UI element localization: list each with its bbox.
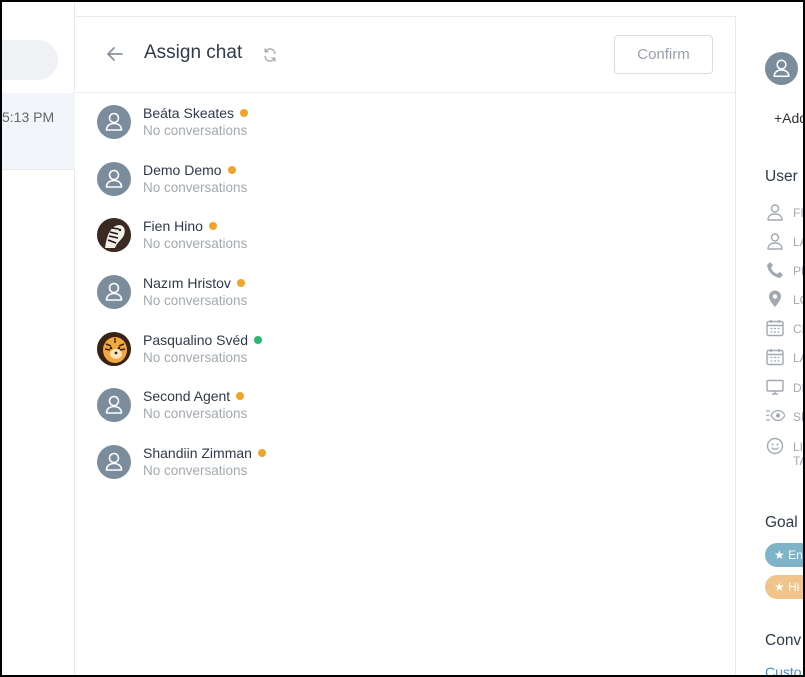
back-arrow-icon[interactable] bbox=[104, 43, 126, 65]
agent-row[interactable]: Demo Demo No conversations bbox=[97, 162, 497, 202]
agent-status: No conversations bbox=[143, 236, 248, 251]
field-label: PH bbox=[793, 264, 803, 278]
field-label: SE bbox=[793, 410, 803, 424]
conversation-time: 5:13 PM bbox=[2, 109, 55, 125]
presence-dot bbox=[240, 109, 249, 117]
field-label: LA bbox=[793, 235, 803, 249]
agent-status: No conversations bbox=[143, 293, 248, 308]
user-field-row: PH bbox=[765, 260, 803, 282]
field-label: LO bbox=[793, 293, 803, 307]
agent-row[interactable]: Shandiin Zimman No conversations bbox=[97, 445, 497, 485]
user-avatar-icon bbox=[97, 388, 131, 422]
user-avatar-icon bbox=[97, 275, 131, 309]
custom-link[interactable]: Custo bbox=[765, 664, 802, 675]
agent-name: Shandiin Zimman bbox=[143, 445, 266, 461]
field-label: LA bbox=[793, 351, 803, 365]
page-title: Assign chat bbox=[144, 42, 243, 63]
presence-dot bbox=[227, 166, 236, 174]
agent-name: Fien Hino bbox=[143, 218, 217, 234]
user-details-panel: +Add User FI LA PH LO CR LA DE SE LITA Goal ★ En… bbox=[737, 2, 804, 675]
agent-row[interactable]: Fien Hino No conversations bbox=[97, 218, 497, 258]
agent-row[interactable]: Beáta Skeates No conversations bbox=[97, 105, 497, 145]
user-field-row: CR bbox=[765, 318, 803, 340]
presence-dot bbox=[208, 222, 217, 230]
panel-header: Assign chat Confirm bbox=[76, 17, 736, 93]
agent-row[interactable]: Pasqualino Svéd No conversations bbox=[97, 332, 497, 372]
user-field-row: FI bbox=[765, 202, 804, 224]
goal-tag[interactable]: ★ Hi bbox=[765, 575, 803, 599]
user-avatar-icon bbox=[97, 105, 131, 139]
user-field-row: LA bbox=[765, 347, 803, 369]
agent-name: Pasqualino Svéd bbox=[143, 332, 263, 348]
user-field-row: DE bbox=[765, 377, 803, 399]
presence-dot bbox=[236, 279, 245, 287]
agent-status: No conversations bbox=[143, 406, 248, 421]
goal-section-title: Goal bbox=[765, 514, 798, 531]
presence-dot bbox=[254, 336, 263, 344]
field-label: LI bbox=[793, 440, 804, 454]
conversation-section-title: Conv bbox=[765, 632, 802, 649]
user-avatar-icon bbox=[97, 445, 131, 479]
user-field-row: LITA bbox=[765, 436, 804, 468]
assign-chat-panel: Assign chat Confirm Beáta Skeates No conv… bbox=[76, 16, 736, 675]
agent-photo bbox=[97, 332, 131, 366]
agent-row[interactable]: Nazım Hristov No conversations bbox=[97, 275, 497, 315]
agent-status: No conversations bbox=[143, 123, 248, 138]
field-label: CR bbox=[793, 322, 803, 336]
agent-name: Nazım Hristov bbox=[143, 275, 245, 291]
app-window: 5:13 PM Assign chat Confirm Beáta Skeate… bbox=[0, 0, 805, 677]
confirm-button[interactable]: Confirm bbox=[614, 35, 713, 74]
presence-dot bbox=[236, 392, 245, 400]
agent-name: Demo Demo bbox=[143, 162, 236, 178]
field-label: FI bbox=[793, 206, 804, 220]
field-label: DE bbox=[793, 381, 803, 395]
presence-dot bbox=[257, 449, 266, 457]
user-field-row: SE bbox=[765, 406, 803, 428]
user-section-title: User bbox=[765, 168, 798, 185]
goal-tag[interactable]: ★ En bbox=[765, 543, 803, 567]
refresh-icon[interactable] bbox=[262, 47, 278, 63]
user-avatar-icon bbox=[97, 162, 131, 196]
conversation-list: 5:13 PM bbox=[2, 2, 75, 675]
agent-status: No conversations bbox=[143, 350, 248, 365]
add-button[interactable]: +Add bbox=[774, 110, 803, 126]
user-field-row: LO bbox=[765, 289, 803, 311]
conversation-item-selected[interactable] bbox=[2, 93, 75, 170]
field-label: TA bbox=[793, 454, 803, 468]
search-input[interactable] bbox=[2, 40, 58, 80]
agent-status: No conversations bbox=[143, 463, 248, 478]
agent-status: No conversations bbox=[143, 180, 248, 195]
agent-name: Second Agent bbox=[143, 388, 245, 404]
avatar bbox=[765, 52, 798, 85]
agent-name: Beáta Skeates bbox=[143, 105, 249, 121]
user-field-row: LA bbox=[765, 231, 803, 253]
agent-row[interactable]: Second Agent No conversations bbox=[97, 388, 497, 428]
agent-photo bbox=[97, 218, 131, 252]
